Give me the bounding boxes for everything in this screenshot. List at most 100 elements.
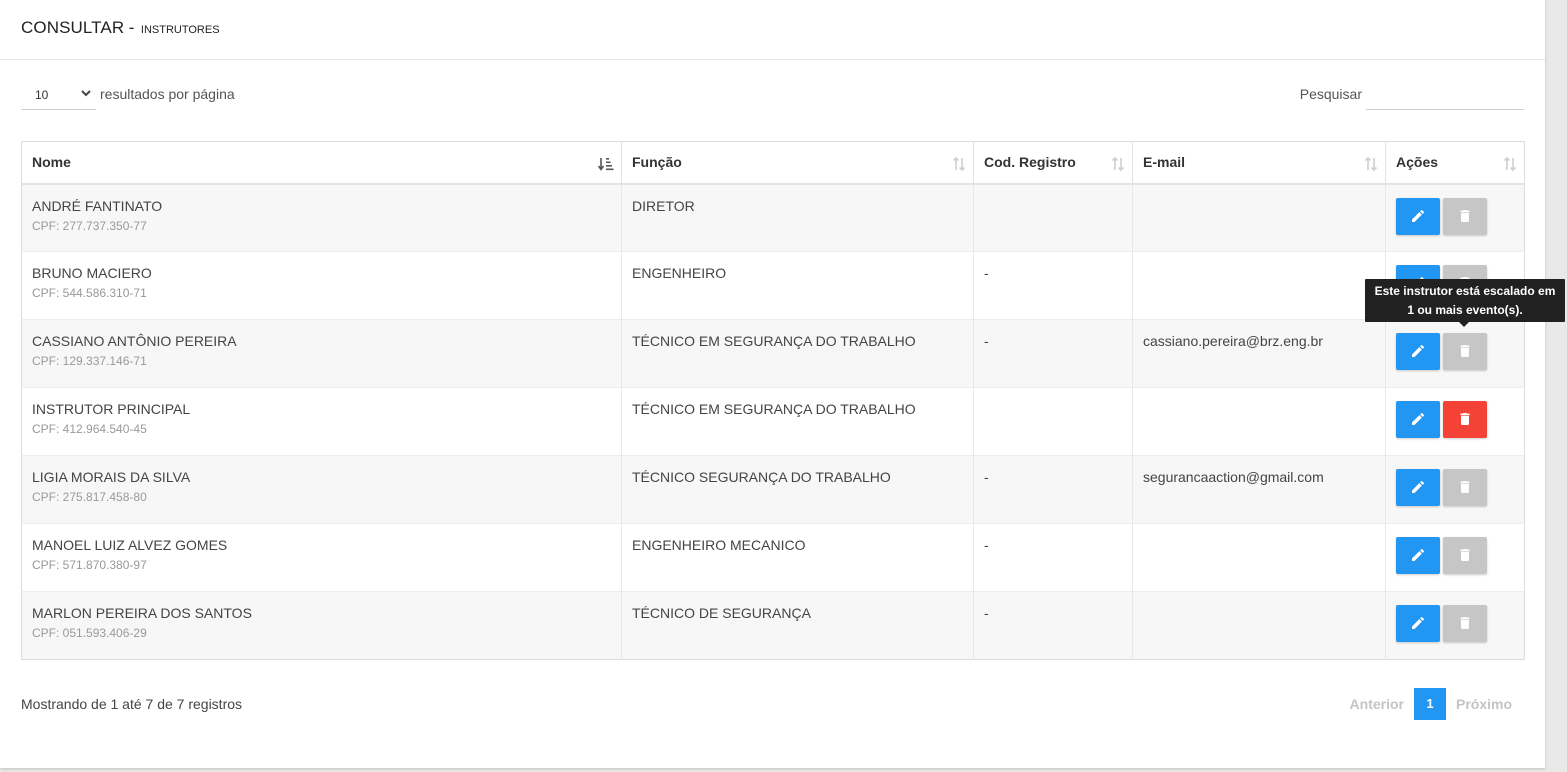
edit-button[interactable] [1396,469,1440,506]
cell-funcao: ENGENHEIRO MECANICO [621,523,974,592]
cell-acoes [1385,387,1525,456]
delete-button[interactable] [1443,537,1487,574]
page-length-value: 10 [35,88,49,102]
cell-cod-registro: - [973,319,1133,388]
delete-disabled-tooltip: Este instrutor está escalado em 1 ou mai… [1365,279,1565,322]
card-header: CONSULTAR - INSTRUTORES [0,0,1545,60]
instructor-name: INSTRUTOR PRINCIPAL [32,401,191,417]
cell-funcao: ENGENHEIRO [621,251,974,320]
instructor-name: ANDRÉ FANTINATO [32,197,163,214]
sort-both-icon [1364,156,1378,174]
sort-both-icon [1503,156,1517,174]
edit-button[interactable] [1396,401,1440,438]
table-row: BRUNO MACIERO CPF: 544.586.310-71 ENGENH… [21,251,1525,320]
cell-funcao: TÉCNICO DE SEGURANÇA [621,591,974,660]
pagination-next[interactable]: Próximo [1456,688,1512,720]
title-separator: - [128,18,135,37]
instructor-name: CASSIANO ANTÔNIO PEREIRA [32,333,237,349]
sort-both-icon [952,156,966,174]
delete-button[interactable] [1443,605,1487,642]
page-length-select[interactable]: 10 [21,82,96,110]
column-header-nome[interactable]: Nome [21,141,622,185]
search-label: Pesquisar [1299,86,1362,102]
table-row: INSTRUTOR PRINCIPAL CPF: 412.964.540-45 … [21,387,1525,456]
column-header-label: E-mail [1143,154,1186,171]
pagination-previous[interactable]: Anterior [1350,688,1404,720]
cell-funcao: DIRETOR [621,183,974,252]
instructor-cpf: CPF: 275.817.458-80 [32,490,147,504]
instructor-cpf: CPF: 544.586.310-71 [32,286,147,300]
cell-email [1132,523,1386,592]
column-header-email[interactable]: E-mail [1132,141,1386,185]
instructor-cpf: CPF: 571.870.380-97 [32,558,147,572]
cell-nome: BRUNO MACIERO CPF: 544.586.310-71 [21,251,622,320]
cell-nome: MARLON PEREIRA DOS SANTOS CPF: 051.593.4… [21,591,622,660]
trash-icon [1460,549,1470,561]
column-header-cod-registro[interactable]: Cod. Registro [973,141,1133,185]
page-subtitle: INSTRUTORES [140,24,220,36]
table-row: MARLON PEREIRA DOS SANTOS CPF: 051.593.4… [21,591,1525,660]
chevron-down-icon [80,87,92,102]
table-body: ANDRÉ FANTINATO CPF: 277.737.350-77 DIRE… [21,183,1525,660]
column-header-funcao[interactable]: Função [621,141,974,185]
cell-cod-registro: - [973,251,1133,320]
cell-nome: LIGIA MORAIS DA SILVA CPF: 275.817.458-8… [21,455,622,524]
edit-button[interactable] [1396,197,1440,235]
instructor-cpf: CPF: 277.737.350-77 [32,218,147,233]
tooltip-line: Este instrutor está escalado em [1374,284,1556,298]
delete-button[interactable] [1443,469,1487,506]
table-row: ANDRÉ FANTINATO CPF: 277.737.350-77 DIRE… [21,183,1525,252]
trash-icon [1460,209,1470,222]
edit-button[interactable] [1396,333,1440,370]
cell-email [1132,251,1386,320]
cell-cod-registro: - [973,455,1133,524]
trash-icon [1460,345,1470,357]
table-info: Mostrando de 1 até 7 de 7 registros [21,696,243,712]
instructor-name: MARLON PEREIRA DOS SANTOS [32,605,252,621]
cell-cod-registro [973,387,1133,456]
instructor-name: LIGIA MORAIS DA SILVA [32,469,191,485]
cell-acoes [1385,183,1525,252]
instructor-cpf: CPF: 412.964.540-45 [32,422,147,436]
cell-email: cassiano.pereira@brz.eng.br [1132,319,1386,388]
instructor-name: BRUNO MACIERO [32,265,152,281]
cell-cod-registro: - [973,591,1133,660]
pencil-icon [1412,548,1425,561]
delete-button[interactable] [1443,401,1487,438]
cell-acoes [1385,319,1525,388]
cell-email [1132,591,1386,660]
cell-acoes [1385,591,1525,660]
column-header-label: Função [632,154,682,171]
table-toolbar: 10 resultados por página Pesquisar [21,80,1524,110]
cell-funcao: TÉCNICO SEGURANÇA DO TRABALHO [621,455,974,524]
trash-icon [1460,413,1470,425]
search-input[interactable] [1366,80,1524,110]
sort-alpha-asc-icon [597,157,614,174]
pagination-page-current[interactable]: 1 [1413,688,1446,720]
table-header-row: Nome Função Cod. Registro E-mail Ações [21,141,1525,185]
cell-cod-registro [973,183,1133,252]
cell-email [1132,183,1386,252]
instructors-table: Nome Função Cod. Registro E-mail Ações A… [21,141,1525,660]
cell-nome: INSTRUTOR PRINCIPAL CPF: 412.964.540-45 [21,387,622,456]
pencil-icon [1412,480,1425,493]
cell-email: segurancaaction@gmail.com [1132,455,1386,524]
cell-funcao: TÉCNICO EM SEGURANÇA DO TRABALHO [621,319,974,388]
cell-funcao: TÉCNICO EM SEGURANÇA DO TRABALHO [621,387,974,456]
column-header-acoes[interactable]: Ações [1385,141,1525,185]
content-card: CONSULTAR - INSTRUTORES 10 resultados po… [0,0,1545,768]
column-header-label: Nome [32,154,71,171]
instructor-name: MANOEL LUIZ ALVEZ GOMES [32,537,228,553]
column-header-label: Cod. Registro [984,154,1076,171]
edit-button[interactable] [1396,605,1440,642]
instructor-cpf: CPF: 051.593.406-29 [32,626,147,640]
cell-nome: ANDRÉ FANTINATO CPF: 277.737.350-77 [21,183,622,252]
delete-button[interactable] [1443,197,1487,235]
table-row: LIGIA MORAIS DA SILVA CPF: 275.817.458-8… [21,455,1525,524]
edit-button[interactable] [1396,537,1440,574]
delete-button[interactable] [1443,333,1487,370]
sort-both-icon [1111,156,1125,174]
trash-icon [1460,481,1470,493]
pagination: Anterior 1 Próximo [1350,688,1512,720]
column-header-label: Ações [1396,154,1439,171]
